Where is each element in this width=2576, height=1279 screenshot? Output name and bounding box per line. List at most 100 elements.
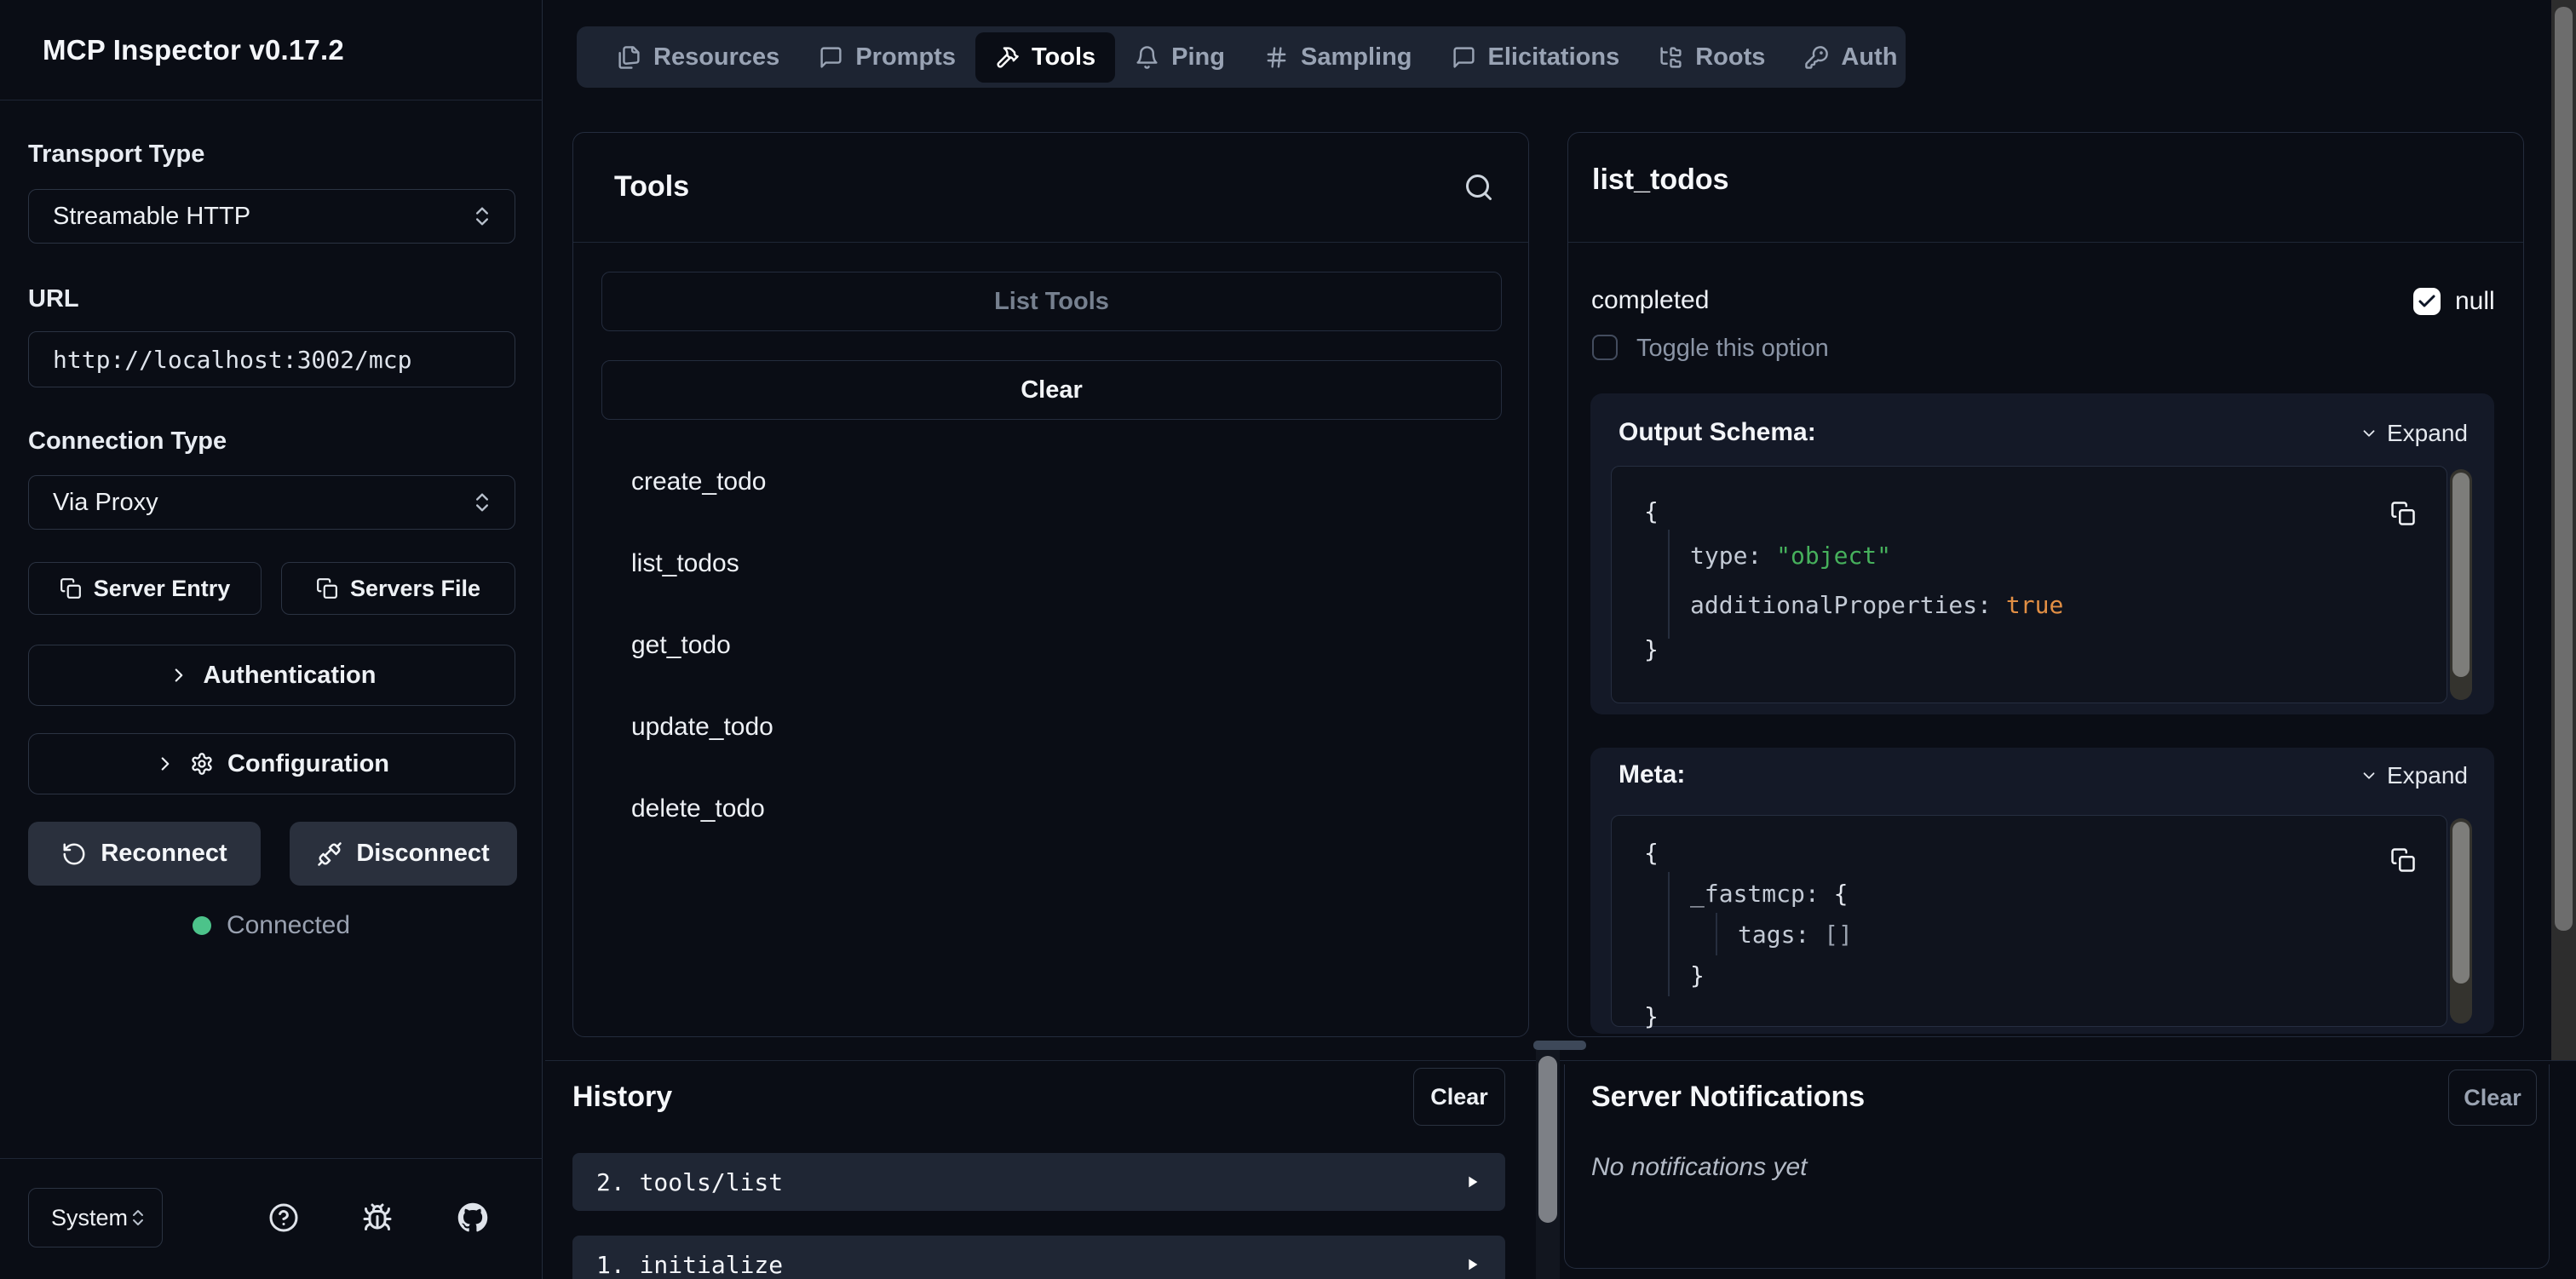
tool-list-item[interactable]: delete_todo [631, 768, 1475, 850]
schema-scrollbar-thumb[interactable] [2452, 473, 2470, 677]
tool-name: update_todo [631, 713, 773, 742]
bottom-divider [545, 1060, 2576, 1061]
tools-panel: Tools List Tools Clear create_todo list_… [572, 132, 1529, 1037]
disconnect-label: Disconnect [356, 840, 489, 868]
indent-guide [1668, 872, 1670, 996]
notifications-clear-button[interactable]: Clear [2448, 1070, 2537, 1126]
tab-auth[interactable]: Auth [1785, 32, 1917, 83]
sidebar-footer-divider [0, 1158, 543, 1159]
connection-status: Connected [0, 904, 543, 947]
chevrons-up-down-icon [470, 204, 494, 228]
code-line: } [1644, 635, 1659, 663]
tab-elicitations[interactable]: Elicitations [1432, 32, 1640, 83]
bell-icon [1135, 45, 1159, 70]
play-icon[interactable] [1463, 1173, 1481, 1191]
help-icon[interactable] [268, 1202, 299, 1233]
reconnect-button[interactable]: Reconnect [28, 822, 261, 886]
history-item[interactable]: 1. initialize [572, 1236, 1505, 1279]
search-icon[interactable] [1463, 172, 1494, 203]
history-item[interactable]: 2. tools/list [572, 1153, 1505, 1211]
connection-type-label: Connection Type [28, 427, 227, 456]
copy-icon[interactable] [2390, 501, 2416, 526]
transport-type-label: Transport Type [28, 141, 204, 169]
param-null-checkbox[interactable] [2413, 288, 2441, 315]
code-line: _fastmcp: { [1690, 880, 1848, 908]
bottom-scrollbar-cap [1533, 1041, 1586, 1050]
tool-list-item[interactable]: get_todo [631, 605, 1475, 686]
clear-tools-button[interactable]: Clear [601, 360, 1502, 420]
hammer-icon [995, 45, 1020, 70]
tool-name: delete_todo [631, 794, 765, 823]
server-entry-label: Server Entry [94, 576, 231, 602]
tab-resources[interactable]: Resources [597, 32, 799, 83]
bottom-scrollbar-thumb[interactable] [1538, 1056, 1557, 1223]
meta-code-block [1611, 815, 2447, 1027]
tools-header-divider [573, 242, 1528, 243]
tool-list-item[interactable]: list_todos [631, 523, 1475, 605]
history-item-label: 2. tools/list [596, 1168, 783, 1196]
sidebar: MCP Inspector v0.17.2 Transport Type Str… [0, 0, 543, 1279]
history-item-label: 1. initialize [596, 1251, 783, 1279]
reconnect-label: Reconnect [101, 840, 227, 868]
url-label: URL [28, 285, 79, 313]
code-line: } [1644, 1002, 1659, 1030]
tab-sampling[interactable]: Sampling [1245, 32, 1432, 83]
play-icon[interactable] [1463, 1255, 1481, 1274]
chevron-right-icon [168, 664, 190, 686]
output-schema-expand-button[interactable]: Expand [2360, 420, 2468, 447]
tab-ping[interactable]: Ping [1115, 32, 1245, 83]
key-icon [1804, 45, 1829, 70]
tool-name: create_todo [631, 467, 766, 496]
chevrons-up-down-icon [470, 490, 494, 514]
authentication-toggle[interactable]: Authentication [28, 645, 515, 706]
tab-label: Roots [1695, 43, 1765, 72]
servers-file-label: Servers File [350, 576, 480, 602]
connection-type-select[interactable]: Via Proxy [28, 475, 515, 530]
tool-list-item[interactable]: update_todo [631, 686, 1475, 768]
theme-select[interactable]: System [28, 1188, 163, 1247]
tab-roots[interactable]: Roots [1639, 32, 1785, 83]
tool-list-item[interactable]: create_todo [631, 441, 1475, 523]
check-icon [2417, 291, 2437, 312]
gear-icon [190, 752, 214, 776]
expand-label: Expand [2387, 762, 2468, 789]
code-line: additionalProperties: true [1690, 591, 2063, 619]
theme-value: System [51, 1205, 128, 1231]
notifications-clear-label: Clear [2464, 1085, 2521, 1111]
indent-guide [1716, 913, 1717, 955]
list-tools-label: List Tools [994, 288, 1109, 316]
tool-name: get_todo [631, 631, 731, 660]
connection-status-text: Connected [227, 911, 350, 940]
configuration-toggle[interactable]: Configuration [28, 733, 515, 794]
meta-expand-button[interactable]: Expand [2360, 762, 2468, 789]
bug-icon[interactable] [362, 1202, 393, 1233]
tools-panel-title: Tools [614, 170, 689, 204]
transport-type-select[interactable]: Streamable HTTP [28, 189, 515, 244]
connected-dot-icon [193, 916, 211, 935]
window-scrollbar-thumb[interactable] [2555, 7, 2573, 931]
connection-type-value: Via Proxy [53, 489, 470, 517]
servers-file-button[interactable]: Servers File [281, 562, 515, 615]
tab-label: Ping [1171, 43, 1225, 72]
meta-scrollbar-thumb[interactable] [2452, 822, 2470, 984]
tab-label: Sampling [1301, 43, 1412, 72]
history-clear-button[interactable]: Clear [1413, 1068, 1505, 1126]
list-tools-button[interactable]: List Tools [601, 272, 1502, 331]
files-icon [617, 45, 641, 70]
code-line: { [1644, 497, 1659, 525]
copy-icon [316, 577, 338, 599]
copy-icon[interactable] [2390, 847, 2416, 873]
server-entry-button[interactable]: Server Entry [28, 562, 262, 615]
tool-name: list_todos [631, 549, 739, 578]
toggle-option-checkbox[interactable] [1592, 335, 1618, 360]
github-icon[interactable] [457, 1202, 488, 1233]
code-line: } [1690, 961, 1705, 989]
tool-detail-title: list_todos [1592, 163, 1729, 197]
tab-prompts[interactable]: Prompts [799, 32, 975, 83]
url-input[interactable] [28, 331, 515, 387]
tab-label: Resources [653, 43, 779, 72]
folder-tree-icon [1659, 45, 1683, 70]
disconnect-button[interactable]: Disconnect [290, 822, 517, 886]
tab-tools[interactable]: Tools [975, 32, 1115, 83]
param-null-label: null [2455, 287, 2495, 316]
